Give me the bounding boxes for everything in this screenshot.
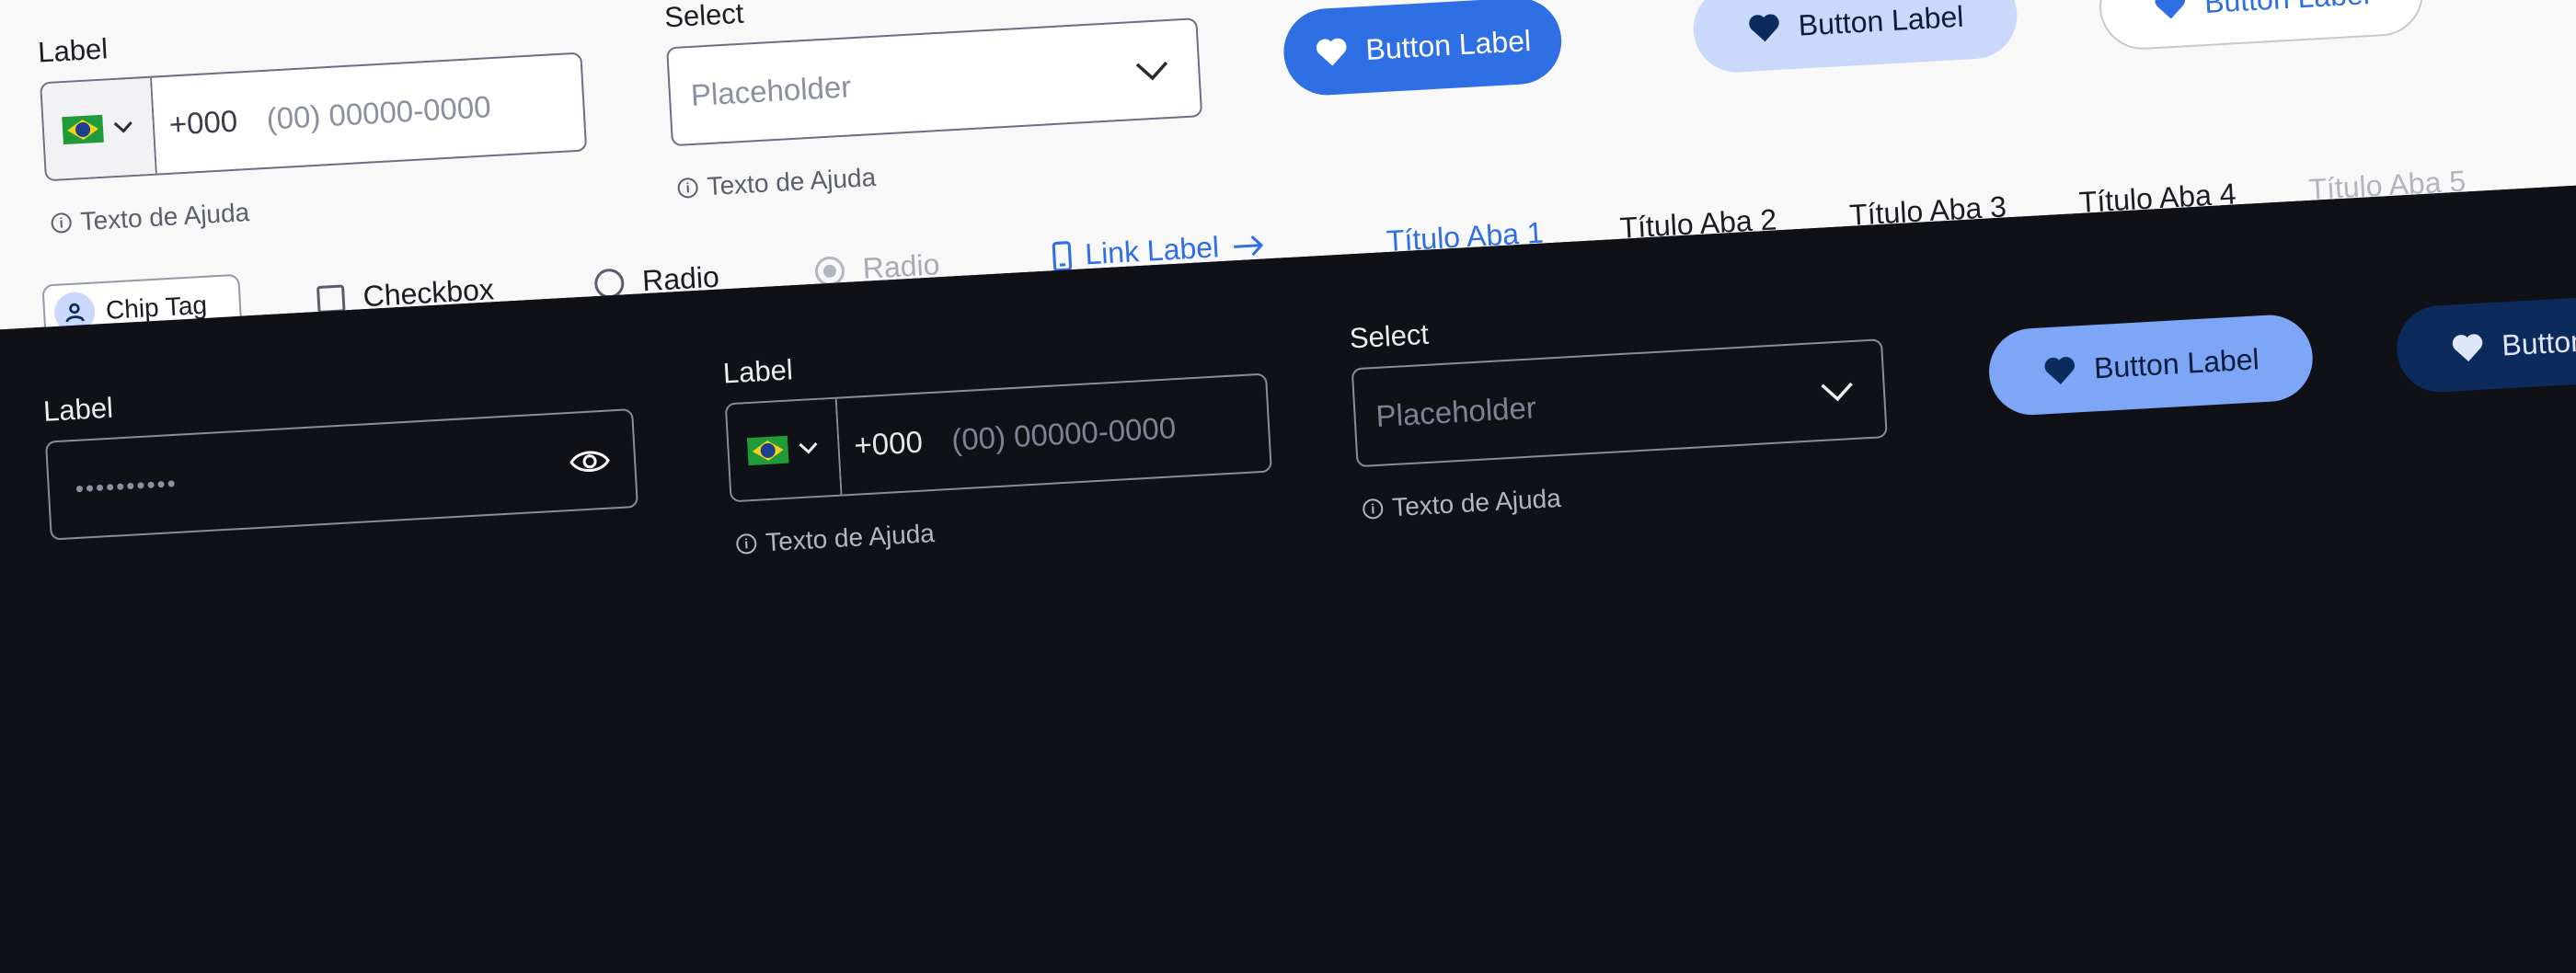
select-help-text: i Texto de Ajuda — [677, 163, 877, 203]
checkbox-box[interactable] — [316, 284, 346, 314]
chevron-down-icon — [112, 120, 135, 135]
chevron-down-icon — [1133, 58, 1171, 84]
heart-icon — [2041, 353, 2078, 386]
primary-light-button[interactable]: Button Label — [1987, 313, 2316, 418]
phone-field-label: Label — [722, 353, 794, 390]
info-icon: i — [1363, 498, 1384, 520]
radio-circle[interactable] — [593, 268, 625, 299]
brazil-flag-icon — [747, 436, 789, 465]
info-icon: i — [51, 212, 72, 234]
heart-icon — [1746, 11, 1783, 44]
chevron-down-icon — [1818, 379, 1856, 405]
brazil-flag-icon — [62, 115, 104, 144]
password-field-label: Label — [42, 392, 114, 429]
country-code: +000 — [168, 104, 238, 143]
select-placeholder: Placeholder — [690, 69, 852, 113]
phone-help-text: i Texto de Ajuda — [51, 198, 250, 238]
heart-icon — [1314, 35, 1351, 68]
select-dropdown[interactable]: Placeholder — [1351, 338, 1888, 467]
phone-field-label: Label — [37, 32, 109, 69]
phone-input[interactable]: +000 (00) 00000-0000 — [725, 373, 1272, 503]
phone-placeholder: (00) 00000-0000 — [266, 89, 492, 137]
phone-help-text: i Texto de Ajuda — [735, 519, 935, 559]
select-field-label: Select — [663, 0, 744, 34]
info-icon: i — [677, 177, 698, 199]
country-code: +000 — [854, 425, 924, 464]
heart-icon — [2450, 331, 2487, 364]
phone-placeholder: (00) 00000-0000 — [950, 410, 1177, 458]
primary-button[interactable]: Button Label — [1282, 0, 1564, 97]
select-placeholder: Placeholder — [1375, 390, 1537, 434]
outline-button[interactable]: Button Label — [2098, 0, 2426, 52]
password-value: •••••••••• — [75, 469, 178, 503]
select-help-text: i Texto de Ajuda — [1362, 484, 1561, 524]
info-icon: i — [736, 533, 757, 555]
select-dropdown[interactable]: Placeholder — [666, 17, 1202, 146]
country-selector[interactable] — [727, 399, 843, 501]
heart-icon — [2152, 0, 2189, 21]
phone-icon — [1051, 240, 1073, 272]
arrow-right-icon — [1231, 233, 1265, 258]
primary-dark-button[interactable]: Button Label — [2395, 290, 2576, 395]
country-selector[interactable] — [41, 78, 157, 180]
phone-input[interactable]: +000 (00) 00000-0000 — [40, 52, 587, 182]
secondary-button[interactable]: Button Label — [1691, 0, 2019, 74]
chevron-down-icon — [797, 441, 820, 456]
select-field-label: Select — [1349, 318, 1430, 356]
eye-icon[interactable] — [569, 447, 611, 476]
password-input[interactable]: •••••••••• — [45, 408, 638, 541]
